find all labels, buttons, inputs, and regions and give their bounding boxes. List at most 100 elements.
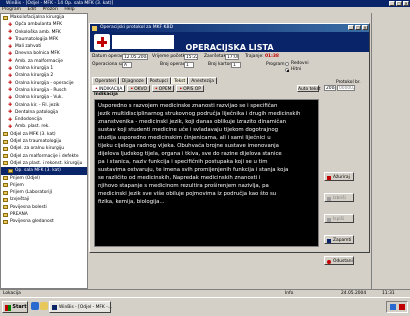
tree-item[interactable]: ✚ Oralna kirurgija - operacije — [1, 80, 87, 87]
tree-item[interactable]: Odjel za malformacije i defekte — [1, 153, 87, 160]
tree-item[interactable]: PREANA — [1, 211, 87, 218]
tree-item[interactable]: Odjel za plast. i rekonst. kirurgiju — [1, 160, 87, 167]
tree-item[interactable]: ✚ Onkološka amb. MFK — [1, 29, 87, 36]
protokol-number-field[interactable]: 000002 — [337, 85, 355, 91]
sala-field[interactable]: A — [122, 62, 132, 68]
auto-text-button[interactable]: Auto tekst — [297, 85, 321, 92]
subtab-indikacija[interactable]: •INDIKACIJA — [92, 85, 126, 92]
maximize-button[interactable]: □ — [396, 1, 402, 6]
vrijeme-field[interactable]: 15:22 — [184, 54, 198, 60]
menu-prozori[interactable]: Prozori — [43, 7, 58, 12]
minimize-button[interactable]: _ — [389, 1, 395, 6]
tree-item[interactable]: ✚ Traumatologija MFK — [1, 36, 87, 43]
tree-item[interactable]: ✚ Dnevna bolnica MFK — [1, 50, 87, 57]
tree-item-label: Dnevna bolnica MFK — [15, 51, 60, 57]
tree-item[interactable]: Maksilofacijalna kirurgija — [1, 14, 87, 21]
datum-field[interactable]: 12.05.2004 — [122, 54, 148, 60]
tree-item-label: Prijem (Odjel) — [10, 175, 40, 181]
tree-item[interactable]: ✚ Dentalna patologija — [1, 109, 87, 116]
tree-item[interactable]: Povijesna gledanost — [1, 218, 87, 225]
tree-item[interactable]: Op. sala MFK (3. kat) — [1, 167, 87, 175]
program-label: Program — [266, 62, 285, 67]
izbrisi-label: Izbriši — [333, 196, 346, 201]
tree-item[interactable]: Prijem — [1, 182, 87, 189]
tab-dijagnoze[interactable]: Dijagnoze — [118, 77, 147, 84]
tree-item[interactable]: ✚ Oralna kir. - Fil. jezik — [1, 102, 87, 109]
tab-operateri[interactable]: Operateri — [92, 77, 119, 84]
ispisi-button[interactable]: Ispiši — [324, 214, 354, 223]
paragraph-line: tijeku cijeloga radnog vijeka. Obuhvaća … — [98, 143, 279, 149]
tree-item[interactable]: ✚ Amb. za malformacije — [1, 58, 87, 65]
tree-item[interactable]: Izvještaji — [1, 196, 87, 203]
menu-program[interactable]: Program — [2, 7, 21, 12]
browser-quicklaunch-icon[interactable] — [31, 302, 39, 310]
taskbar-item-winbis[interactable]: WinBis - [Odjel - MFK -... — [49, 301, 112, 313]
trajanje-value: 01:38 — [265, 54, 279, 59]
tree-item-label: Mali zahvati — [15, 44, 42, 50]
program-redovni-radio[interactable] — [285, 62, 289, 66]
tree-item[interactable]: Odjel za MFK (3. kat) — [1, 131, 87, 138]
subtab-okvo[interactable]: •OKVO — [127, 85, 150, 92]
tree-item-label: Oralna kirurgija 1 — [15, 66, 54, 72]
program-hitni-radio[interactable] — [285, 68, 289, 72]
start-button[interactable]: Start — [2, 301, 28, 313]
plus-icon: ✚ — [8, 65, 13, 72]
azuriraj-button[interactable]: Ažuriraj — [324, 172, 354, 181]
plus-icon: ✚ — [8, 87, 13, 94]
broj-operacije-field[interactable]: 1 — [184, 62, 194, 68]
menu-help[interactable]: Help — [64, 7, 74, 12]
bullet-icon: • — [154, 87, 158, 92]
close-button[interactable]: ✕ — [403, 1, 409, 6]
tree-item[interactable]: Prijem (Odjel) — [1, 175, 87, 182]
folder-icon — [3, 197, 8, 202]
subtab-opis-op-label: OPIS OP — [183, 87, 201, 92]
tree-item-label: Amb. za malformacije — [15, 58, 63, 64]
tab-tekst[interactable]: Tekst — [171, 77, 189, 84]
subtab-opem[interactable]: •OPEM — [151, 85, 175, 92]
tree-item[interactable]: ✚ Amb. plast. rek. — [1, 123, 87, 130]
paragraph-line: studija usporedno medicinskim činjenicam… — [98, 135, 271, 141]
plus-icon: ✚ — [8, 58, 13, 65]
folder-icon — [3, 212, 8, 217]
tab-anestezija[interactable]: Anestezija — [188, 77, 217, 84]
bullet-icon: • — [179, 87, 183, 92]
tree-item-label: Odjel. za oralnu kirurgiju — [10, 146, 65, 152]
dialog-close-button[interactable]: ✕ — [362, 25, 368, 30]
odustani-label: Odustani — [333, 259, 353, 264]
tree-item[interactable]: ✚ Oralna kirurgija - Vuk. — [1, 94, 87, 101]
tab-strip: Operateri Dijagnoze Postupci Tekst Anest… — [92, 77, 217, 84]
plus-icon: ✚ — [8, 94, 13, 101]
folder-quicklaunch-icon[interactable] — [40, 302, 48, 310]
subtab-opis-op[interactable]: •OPIS OP — [176, 85, 204, 92]
tree-item[interactable]: ✚ Oralna kirurgija 1 — [1, 65, 87, 72]
network-icon[interactable] — [390, 304, 396, 310]
tree-item-label: Op. sala MFK (3. kat) — [15, 168, 61, 174]
menu-edit[interactable]: Edit — [27, 7, 36, 12]
zapamti-button[interactable]: Zapamti — [324, 235, 354, 244]
folder-icon — [3, 146, 8, 151]
volume-icon[interactable] — [399, 304, 405, 310]
protokol-year-field[interactable]: 2004 — [324, 85, 336, 91]
right-panel — [371, 13, 410, 289]
tab-postupci[interactable]: Postupci — [146, 77, 172, 84]
odustani-button[interactable]: Odustani — [324, 256, 354, 265]
tree-item[interactable]: Prijem (Laboratorij) — [1, 189, 87, 196]
zavrsetak-field[interactable]: 17:00 — [225, 54, 239, 60]
navigation-tree[interactable]: Maksilofacijalna kirurgija ✚ Opća ambulant… — [0, 13, 88, 289]
tree-item[interactable]: ✚ Oralna kirurgija 2 — [1, 72, 87, 79]
dialog-minimize-button[interactable]: _ — [348, 25, 354, 30]
izbrisi-button[interactable]: Izbriši — [324, 193, 354, 202]
tree-item[interactable]: Odjel za traumatologiju — [1, 138, 87, 145]
tree-item[interactable]: ✚ Mali zahvati — [1, 43, 87, 50]
indikacija-text-area[interactable]: Usporedno s razvojem medicinske znanosti… — [94, 99, 319, 247]
tree-item[interactable]: ✚ Endodoncija — [1, 116, 87, 123]
tree-item[interactable]: ✚ Oralna kirurgija - Rusch — [1, 87, 87, 94]
broj-kartona-field[interactable]: 1 — [231, 62, 241, 68]
tree-item[interactable]: Odjel. za oralnu kirurgiju — [1, 145, 87, 152]
save-icon — [327, 238, 331, 243]
ispisi-label: Ispiši — [333, 217, 345, 222]
dialog-maximize-button[interactable]: □ — [355, 25, 361, 30]
tree-item[interactable]: ✚ Opća ambulanta MFK — [1, 21, 87, 28]
tree-item[interactable]: Povijesna bolesti — [1, 204, 87, 211]
paragraph-line: medicinski jezik sve više obiluje pojmov… — [98, 191, 277, 197]
